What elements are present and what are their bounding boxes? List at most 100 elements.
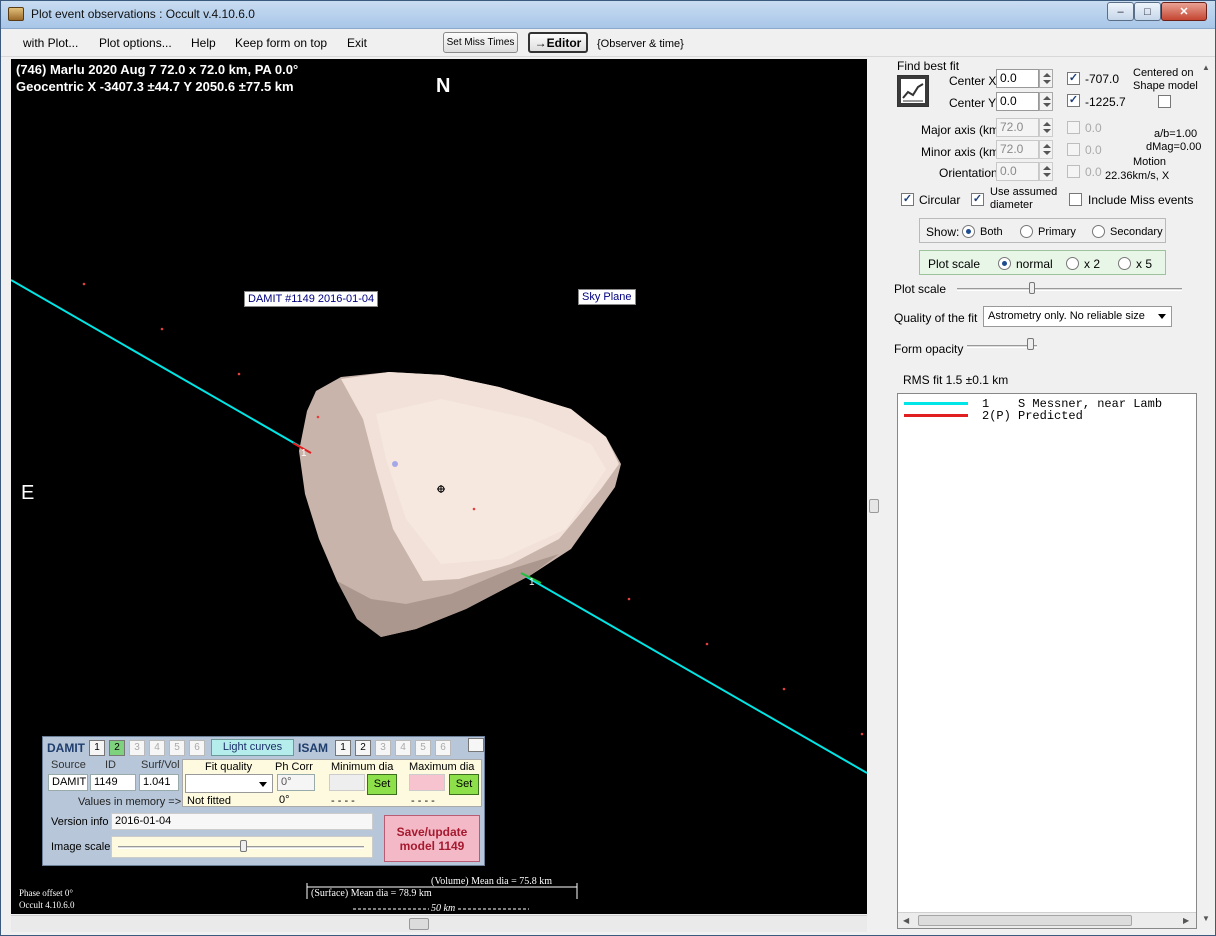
minor-axis-spinner[interactable] <box>1039 140 1053 159</box>
damit-model-4-button[interactable]: 4 <box>149 740 165 756</box>
title-bar[interactable]: Plot event observations : Occult v.4.10.… <box>1 1 1215 29</box>
scale-normal-radio[interactable] <box>998 257 1011 270</box>
scroll-right-icon[interactable]: ▶ <box>1183 916 1189 925</box>
version-info-field[interactable]: 2016-01-04 <box>111 813 373 830</box>
chord-label-start: 1 <box>301 448 307 459</box>
source-value: DAMIT <box>48 774 88 791</box>
major-axis-fix-checkbox[interactable] <box>1067 121 1080 134</box>
close-button[interactable]: ✕ <box>1161 2 1207 21</box>
isam-model-6-button[interactable]: 6 <box>435 740 451 756</box>
orientation-fix-checkbox[interactable] <box>1067 165 1080 178</box>
scroll-down-icon[interactable]: ▼ <box>1202 914 1210 923</box>
scale-x2-radio[interactable] <box>1066 257 1079 270</box>
maximize-button[interactable]: □ <box>1134 2 1161 21</box>
circular-checkbox[interactable]: ✓ <box>901 193 914 206</box>
panel-collapse-button[interactable] <box>468 738 484 752</box>
min-dia-input[interactable] <box>329 774 365 791</box>
minimize-button[interactable]: – <box>1107 2 1134 21</box>
isam-model-3-button[interactable]: 3 <box>375 740 391 756</box>
center-x-input[interactable]: 0.0 <box>996 69 1039 88</box>
predicted-dot <box>782 687 786 691</box>
observer-list-hscrollbar[interactable]: ◀ ▶ <box>898 912 1196 928</box>
isam-model-1-button[interactable]: 1 <box>335 740 351 756</box>
scroll-up-icon[interactable]: ▲ <box>1202 63 1210 72</box>
centered-on-shape-checkbox[interactable] <box>1158 95 1171 108</box>
center-x-spinner[interactable] <box>1039 69 1053 88</box>
scale-x5-radio[interactable] <box>1118 257 1131 270</box>
set-miss-times-button[interactable]: Set Miss Times <box>443 32 518 53</box>
isam-model-2-button[interactable]: 2 <box>355 740 371 756</box>
damit-model-1-button[interactable]: 1 <box>89 740 105 756</box>
find-best-fit-button[interactable] <box>897 75 929 107</box>
window-title: Plot event observations : Occult v.4.10.… <box>31 7 255 21</box>
damit-model-6-button[interactable]: 6 <box>189 740 205 756</box>
plot-horizontal-scrollbar[interactable] <box>11 915 867 932</box>
use-assumed-diameter-checkbox[interactable]: ✓ <box>971 193 984 206</box>
set-max-dia-button[interactable]: Set <box>449 774 479 795</box>
ph-corr-value[interactable]: 0° <box>277 774 315 791</box>
observer-time-label[interactable]: {Observer & time} <box>597 38 684 50</box>
fit-quality-panel: Fit quality Ph Corr Minimum dia Maximum … <box>182 759 482 807</box>
major-axis-spinner[interactable] <box>1039 118 1053 137</box>
splitter-grip[interactable] <box>869 499 879 513</box>
app-icon <box>8 7 24 21</box>
damit-model-3-button[interactable]: 3 <box>129 740 145 756</box>
include-miss-checkbox[interactable] <box>1069 193 1082 206</box>
plot-scroll-thumb[interactable] <box>409 918 429 930</box>
panel-vertical-scrollbar[interactable]: ▲ ▼ <box>1199 57 1213 927</box>
show-both-radio[interactable] <box>962 225 975 238</box>
panel-splitter[interactable] <box>867 59 881 933</box>
editor-button[interactable]: →Editor <box>528 32 588 53</box>
damit-isam-panel: DAMIT 1 2 3 4 5 6 Light curves ISAM 1 2 … <box>42 736 485 866</box>
center-y-spinner[interactable] <box>1039 92 1053 111</box>
quality-of-fit-select[interactable]: Astrometry only. No reliable size <box>983 306 1172 327</box>
menu-plot-options[interactable]: Plot options... <box>99 36 172 50</box>
minor-axis-input[interactable]: 72.0 <box>996 140 1039 159</box>
damit-model-5-button[interactable]: 5 <box>169 740 185 756</box>
max-dia-input[interactable] <box>409 774 445 791</box>
observer-list[interactable]: 1 S Messner, near Lamb 2(P) Predicted ◀ … <box>897 393 1197 929</box>
center-y-input[interactable]: 0.0 <box>996 92 1039 111</box>
values-in-memory-label: Values in memory => <box>78 796 182 808</box>
form-opacity-thumb[interactable] <box>1027 338 1034 350</box>
show-primary-radio[interactable] <box>1020 225 1033 238</box>
shape-model-label: Shape model <box>1133 80 1198 92</box>
plot-scale-slider-label: Plot scale <box>894 282 947 296</box>
center-x-label: Center X <box>949 74 997 88</box>
show-secondary-radio[interactable] <box>1092 225 1105 238</box>
north-label: N <box>436 75 451 97</box>
list-item[interactable]: 2(P) Predicted <box>904 409 1083 423</box>
orientation-spinner[interactable] <box>1039 162 1053 181</box>
image-scale-thumb[interactable] <box>240 840 247 852</box>
orientation-input[interactable]: 0.0 <box>996 162 1039 181</box>
menu-with-plot[interactable]: with Plot... <box>23 36 78 50</box>
circular-label: Circular <box>919 193 961 207</box>
center-x-fix-checkbox[interactable]: ✓ <box>1067 72 1080 85</box>
minor-axis-fix-checkbox[interactable] <box>1067 143 1080 156</box>
min-dia-header: Minimum dia <box>331 761 394 773</box>
fit-quality-select[interactable] <box>185 774 273 793</box>
light-curves-button[interactable]: Light curves <box>211 739 294 756</box>
isam-model-4-button[interactable]: 4 <box>395 740 411 756</box>
observer-2-name: Predicted <box>1018 409 1083 423</box>
save-update-model-button[interactable]: Save/update model 1149 <box>384 815 480 862</box>
form-opacity-label: Form opacity <box>894 342 964 356</box>
observer-list-scroll-thumb[interactable] <box>918 915 1132 926</box>
damit-model-2-button[interactable]: 2 <box>109 740 125 756</box>
image-scale-slider-box <box>111 836 373 858</box>
dmag-value: dMag=0.00 <box>1146 141 1202 153</box>
isam-model-5-button[interactable]: 5 <box>415 740 431 756</box>
surfvol-header: Surf/Vol <box>141 759 180 771</box>
plot-scale-thumb[interactable] <box>1029 282 1035 294</box>
list-item[interactable]: 1 S Messner, near Lamb <box>904 397 1162 411</box>
surfvol-value: 1.041 <box>139 774 179 791</box>
set-min-dia-button[interactable]: Set <box>367 774 397 795</box>
menu-keep-on-top[interactable]: Keep form on top <box>235 36 327 50</box>
predicted-dot <box>860 732 864 736</box>
major-axis-input[interactable]: 72.0 <box>996 118 1039 137</box>
plot-header-line1: (746) Marlu 2020 Aug 7 72.0 x 72.0 km, P… <box>16 62 299 77</box>
center-y-fix-checkbox[interactable]: ✓ <box>1067 94 1080 107</box>
menu-exit[interactable]: Exit <box>347 36 367 50</box>
scroll-left-icon[interactable]: ◀ <box>903 916 909 925</box>
menu-help[interactable]: Help <box>191 36 216 50</box>
